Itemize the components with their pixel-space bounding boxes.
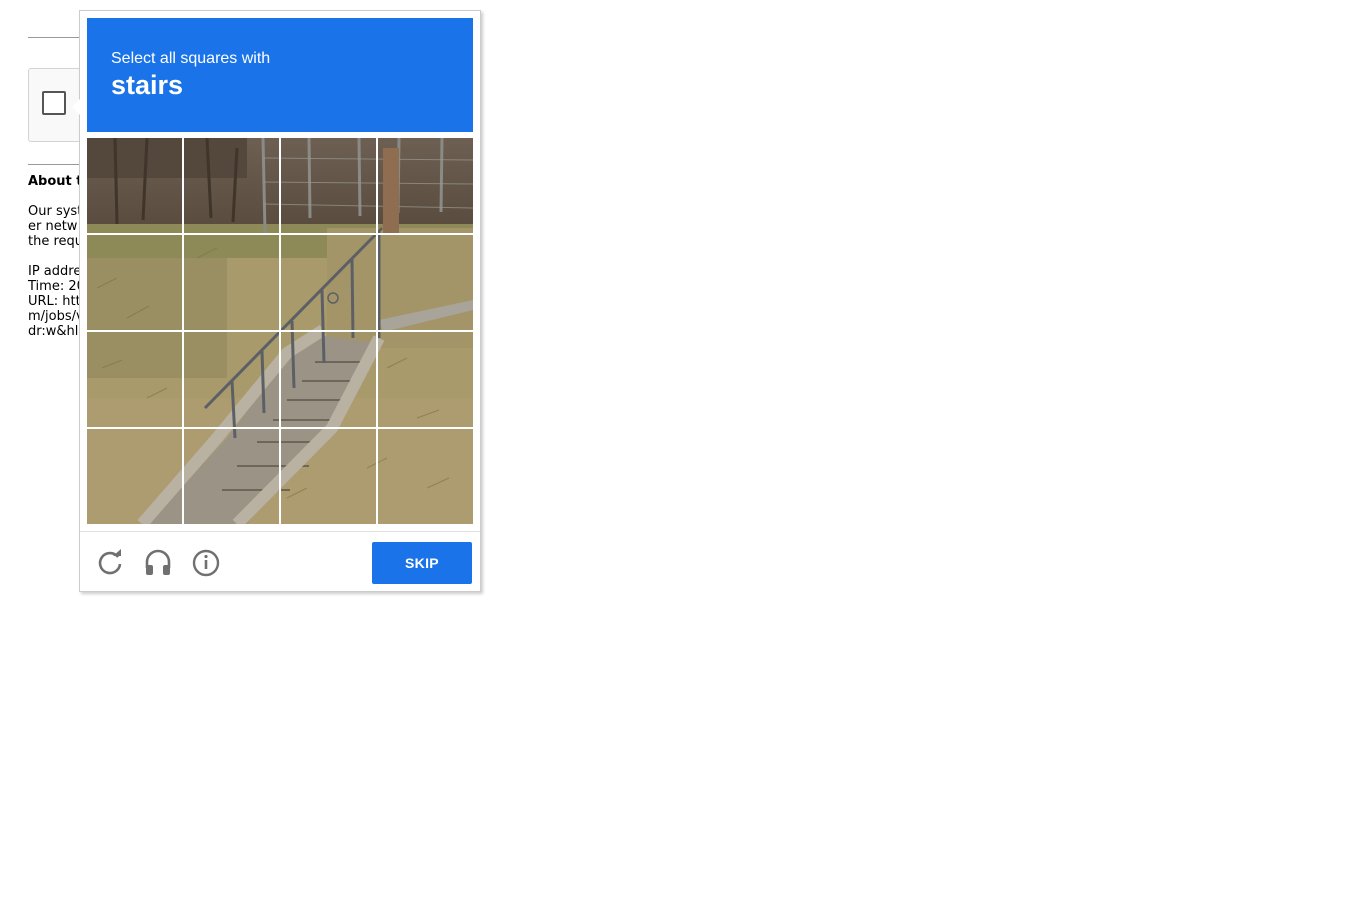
time-line: Time: 20 bbox=[28, 279, 85, 294]
grid-tile-r3-c4[interactable] bbox=[378, 332, 473, 427]
recaptcha-checkbox[interactable] bbox=[42, 91, 66, 115]
grid-tile-r4-c2[interactable] bbox=[184, 429, 279, 524]
info-icon[interactable] bbox=[190, 546, 222, 578]
about-heading: About t bbox=[28, 174, 83, 189]
grid-tile-r4-c1[interactable] bbox=[87, 429, 182, 524]
grid-tile-r1-c3[interactable] bbox=[281, 138, 376, 233]
headphones-icon[interactable] bbox=[142, 546, 174, 578]
paragraph-line-2: er netw bbox=[28, 219, 78, 234]
url-continuation-line-1: m/jobs/v bbox=[28, 309, 84, 324]
grid-tile-r1-c2[interactable] bbox=[184, 138, 279, 233]
grid-tile-r1-c4[interactable] bbox=[378, 138, 473, 233]
paragraph-line-1: Our syst bbox=[28, 204, 83, 219]
grid-tile-r3-c3[interactable] bbox=[281, 332, 376, 427]
url-continuation-line-2: dr:w&hl bbox=[28, 324, 79, 339]
grid-tile-r1-c1[interactable] bbox=[87, 138, 182, 233]
image-grid bbox=[87, 138, 473, 524]
grid-tile-r2-c4[interactable] bbox=[378, 235, 473, 330]
grid-tile-r3-c1[interactable] bbox=[87, 332, 182, 427]
skip-button[interactable]: SKIP bbox=[372, 542, 472, 584]
paragraph-line-3: the requ bbox=[28, 234, 84, 249]
popup-pointer-arrow bbox=[72, 99, 80, 115]
grid-tile-r4-c3[interactable] bbox=[281, 429, 376, 524]
grid-tile-r2-c1[interactable] bbox=[87, 235, 182, 330]
captcha-challenge-popup: Select all squares with stairs SKIP bbox=[72, 10, 481, 592]
ip-address-line: IP addre bbox=[28, 264, 82, 279]
reload-icon[interactable] bbox=[94, 546, 126, 578]
challenge-header: Select all squares with stairs bbox=[87, 18, 473, 132]
challenge-target-word: stairs bbox=[111, 70, 184, 100]
challenge-footer: SKIP bbox=[80, 531, 480, 592]
grid-tile-r2-c2[interactable] bbox=[184, 235, 279, 330]
grid-tile-r4-c4[interactable] bbox=[378, 429, 473, 524]
grid-tile-r3-c2[interactable] bbox=[184, 332, 279, 427]
grid-tile-r2-c3[interactable] bbox=[281, 235, 376, 330]
url-line: URL: htt bbox=[28, 294, 81, 309]
challenge-instruction: Select all squares with bbox=[111, 50, 271, 67]
